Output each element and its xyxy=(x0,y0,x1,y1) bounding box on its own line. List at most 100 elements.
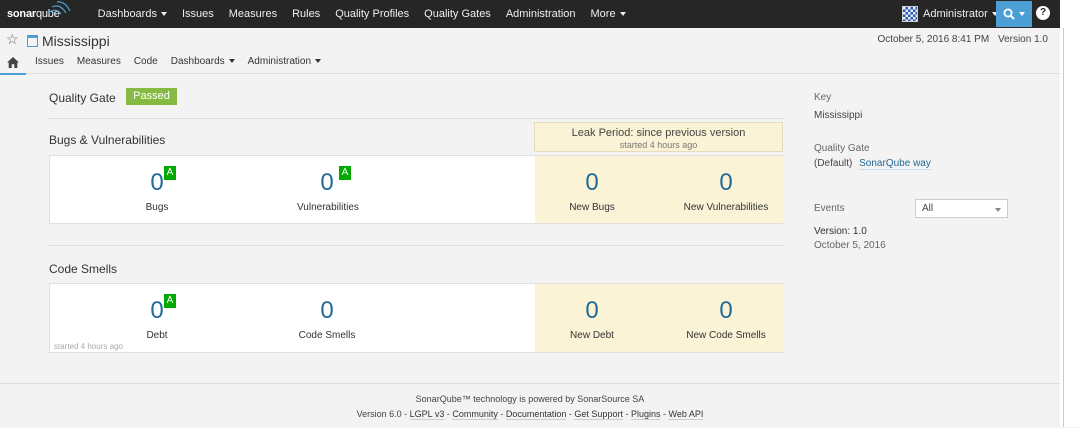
event-date: October 5, 2016 xyxy=(814,240,886,251)
tab-administration[interactable]: Administration xyxy=(248,54,321,75)
home-icon xyxy=(7,57,19,68)
new-vulnerabilities-label: New Vulnerabilities xyxy=(683,202,769,213)
vulnerabilities-rating[interactable]: A xyxy=(339,166,351,180)
tab-dashboards[interactable]: Dashboards xyxy=(171,54,235,75)
code-smells-measure[interactable]: 0 Code Smells xyxy=(297,297,357,342)
new-debt-measure[interactable]: 0 New Debt xyxy=(550,297,634,342)
key-value: Mississippi xyxy=(814,110,863,121)
new-code-smells-measure[interactable]: 0 New Code Smells xyxy=(676,297,776,342)
divider xyxy=(49,118,783,119)
project-context-bar: ☆ Mississippi October 5, 2016 8:41 PM Ve… xyxy=(0,28,1060,75)
analysis-date: October 5, 2016 8:41 PM xyxy=(877,34,990,45)
leak-period-title: Leak Period: since previous version xyxy=(571,127,746,139)
project-icon xyxy=(27,35,38,47)
key-label: Key xyxy=(814,92,832,103)
footer-link-web-api[interactable]: Web API xyxy=(668,409,704,420)
bugs-section-title: Bugs & Vulnerabilities xyxy=(49,133,166,147)
new-code-smells-label: New Code Smells xyxy=(686,330,766,341)
nav-dashboards[interactable]: Dashboards xyxy=(98,8,167,20)
avatar xyxy=(902,6,918,22)
bugs-measure[interactable]: 0 Bugs xyxy=(127,169,187,214)
nav-more[interactable]: More xyxy=(591,8,626,20)
debt-label: Debt xyxy=(146,330,168,341)
footer-link-license[interactable]: LGPL v3 xyxy=(409,409,445,420)
code-smells-value: 0 xyxy=(320,297,334,324)
chevron-down-icon xyxy=(228,59,235,64)
new-bugs-measure[interactable]: 0 New Bugs xyxy=(550,169,634,214)
bugs-value: 0 xyxy=(150,169,164,196)
new-vulnerabilities-measure[interactable]: 0 New Vulnerabilities xyxy=(676,169,776,214)
search-button[interactable] xyxy=(996,1,1032,27)
debt-rating[interactable]: A xyxy=(164,294,176,308)
bugs-panel: 0 Bugs A 0 Vulnerabilities A 0 New Bugs … xyxy=(49,155,784,224)
user-menu[interactable]: Administrator xyxy=(902,6,998,22)
logo-text-bold: sonar xyxy=(7,8,36,20)
nav-administration[interactable]: Administration xyxy=(506,8,576,20)
footer-version: Version 6.0 xyxy=(356,409,402,419)
footer-links: Version 6.0 - LGPL v3 - Community - Docu… xyxy=(356,409,704,420)
footer-link-support[interactable]: Get Support xyxy=(574,409,623,420)
code-smells-label: Code Smells xyxy=(298,330,356,341)
smells-panel: 0 Debt A 0 Code Smells 0 New Debt 0 New … xyxy=(49,283,784,353)
nav-rules[interactable]: Rules xyxy=(292,8,320,20)
search-icon xyxy=(1003,8,1015,20)
project-name[interactable]: Mississippi xyxy=(42,33,110,49)
events-filter-select[interactable]: All xyxy=(915,199,1008,218)
new-bugs-value: 0 xyxy=(585,169,599,196)
smells-section-title: Code Smells xyxy=(49,262,118,276)
bugs-rating[interactable]: A xyxy=(164,166,176,180)
tab-home[interactable] xyxy=(0,54,26,75)
events-label: Events xyxy=(814,203,845,214)
analysis-meta: October 5, 2016 8:41 PM Version 1.0 xyxy=(877,34,1048,45)
new-debt-value: 0 xyxy=(585,297,599,324)
debt-measure[interactable]: 0 Debt xyxy=(127,297,187,342)
sonarqube-logo[interactable]: sonarqube xyxy=(7,1,71,20)
debt-value: 0 xyxy=(150,297,164,324)
nav-issues[interactable]: Issues xyxy=(182,8,214,20)
started-note: started 4 hours ago xyxy=(54,342,123,351)
quality-gate-label: Quality Gate xyxy=(49,91,116,105)
chevron-down-icon xyxy=(995,208,1001,212)
leak-period-header: Leak Period: since previous version star… xyxy=(534,122,783,152)
leak-period-subtitle: started 4 hours ago xyxy=(619,140,698,150)
new-debt-label: New Debt xyxy=(570,330,614,341)
new-vulnerabilities-value: 0 xyxy=(719,169,733,196)
footer-link-plugins[interactable]: Plugins xyxy=(630,409,661,420)
default-tag: (Default) xyxy=(814,158,853,169)
tab-dashboards-label: Dashboards xyxy=(170,56,225,67)
quality-gate-link[interactable]: SonarQube way xyxy=(859,158,931,170)
quality-gate-status-badge: Passed xyxy=(126,88,177,105)
quality-gate-side-label: Quality Gate xyxy=(814,143,870,154)
tab-administration-label: Administration xyxy=(247,56,311,67)
new-bugs-label: New Bugs xyxy=(569,202,615,213)
footer-powered-by: SonarQube™ technology is powered by Sona… xyxy=(415,394,645,404)
chevron-down-icon xyxy=(160,12,167,17)
divider xyxy=(49,245,783,246)
chevron-down-icon xyxy=(315,59,321,64)
nav-quality-gates[interactable]: Quality Gates xyxy=(424,8,491,20)
user-name: Administrator xyxy=(923,8,988,20)
chevron-down-icon xyxy=(619,12,626,17)
logo-waves-icon xyxy=(47,1,71,15)
new-code-smells-value: 0 xyxy=(719,297,733,324)
vulnerabilities-label: Vulnerabilities xyxy=(297,202,359,213)
nav-more-label: More xyxy=(590,8,616,20)
scrollbar-divider xyxy=(1063,28,1064,427)
help-button[interactable]: ? xyxy=(1036,6,1050,20)
nav-dashboards-label: Dashboards xyxy=(97,8,157,20)
footer-link-community[interactable]: Community xyxy=(452,409,498,420)
tab-code[interactable]: Code xyxy=(134,54,158,75)
top-navbar: sonarqube Dashboards Issues Measures Rul… xyxy=(0,0,1060,28)
footer-link-documentation[interactable]: Documentation xyxy=(505,409,567,420)
project-version: Version 1.0 xyxy=(997,34,1048,45)
nav-measures[interactable]: Measures xyxy=(229,8,277,20)
favorite-star-icon[interactable]: ☆ xyxy=(6,31,19,48)
footer: SonarQube™ technology is powered by Sona… xyxy=(0,383,1060,428)
events-filter-value: All xyxy=(922,203,934,214)
event-version: Version: 1.0 xyxy=(814,226,867,237)
tab-measures[interactable]: Measures xyxy=(77,54,121,75)
tab-issues[interactable]: Issues xyxy=(35,54,64,75)
quality-gate-side-value: (Default) SonarQube way xyxy=(814,158,931,170)
chevron-down-icon xyxy=(1019,12,1025,16)
nav-quality-profiles[interactable]: Quality Profiles xyxy=(335,8,409,20)
